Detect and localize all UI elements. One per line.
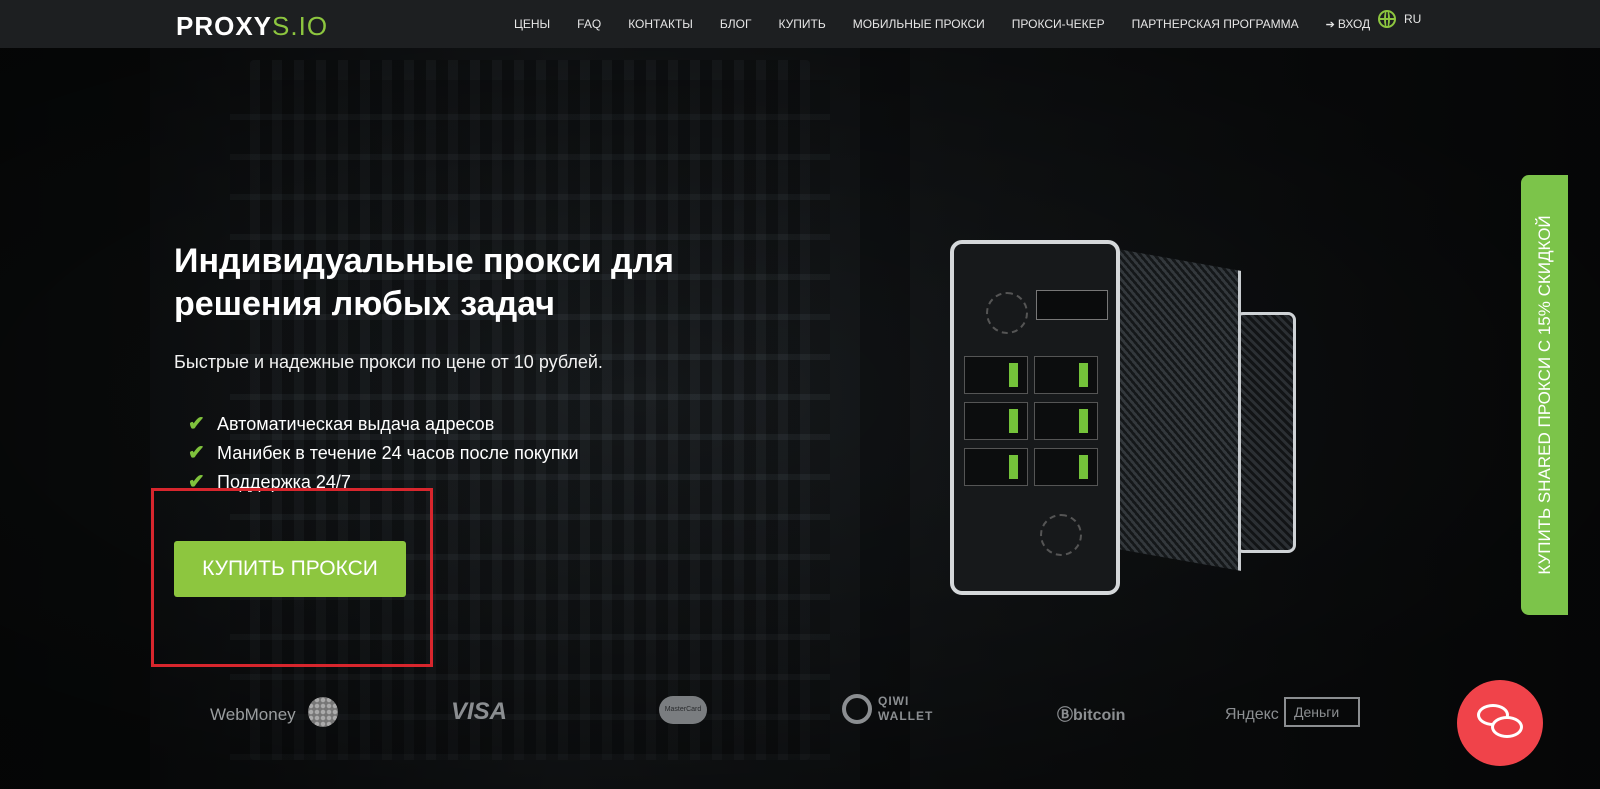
nav-link-faq[interactable]: FAQ	[577, 17, 601, 31]
buy-proxy-button[interactable]: КУПИТЬ ПРОКСИ	[174, 541, 406, 597]
background-vignette	[0, 0, 1600, 789]
language-label: RU	[1404, 12, 1422, 26]
shared-proxy-promo-tab[interactable]: КУПИТЬ SHARED ПРОКСИ С 15% СКИДКОЙ	[1521, 175, 1568, 615]
drive-bay	[964, 402, 1028, 440]
drive-bay	[964, 448, 1028, 486]
login-arrow-icon: ➔	[1325, 18, 1335, 31]
server-front-panel	[950, 240, 1120, 595]
bitcoin-label: bitcoin	[1073, 707, 1126, 724]
qiwi-line-2: WALLET	[878, 709, 934, 723]
language-switcher[interactable]: RU	[1378, 10, 1421, 28]
nav-link-proxy-checker[interactable]: ПРОКСИ-ЧЕКЕР	[1012, 17, 1105, 31]
check-icon: ✔	[188, 413, 205, 435]
nav-link-blog[interactable]: БЛОГ	[720, 17, 752, 31]
nav-link-partner-program[interactable]: ПАРТНЕРСКАЯ ПРОГРАММА	[1132, 17, 1299, 31]
chat-bubble-icon	[1491, 716, 1523, 738]
bitcoin-logo: Ⓑbitcoin	[1057, 707, 1126, 724]
chat-widget-button[interactable]	[1457, 680, 1543, 766]
qiwi-q-icon	[842, 694, 872, 724]
yandex-money-box: Деньги	[1284, 697, 1360, 727]
visa-logo: VISA	[451, 698, 508, 725]
feature-text: Поддержка 24/7	[217, 472, 351, 492]
drive-bay	[1034, 402, 1098, 440]
promo-tab-label: КУПИТЬ SHARED ПРОКСИ С 15% СКИДКОЙ	[1534, 215, 1554, 575]
logo-text: PROXY	[176, 11, 273, 41]
nav-link-contacts[interactable]: КОНТАКТЫ	[628, 17, 693, 31]
check-icon: ✔	[188, 471, 205, 493]
nav-link-login[interactable]: ➔ ВХОД	[1326, 17, 1371, 31]
hero-subtitle: Быстрые и надежные прокси по цене от 10 …	[174, 352, 603, 372]
feature-list: ✔ Автоматическая выдача адресов ✔ Манибек …	[188, 410, 579, 497]
feature-text: Манибек в течение 24 часов после покупки	[217, 443, 579, 463]
server-illustration	[950, 240, 1340, 600]
feature-item: ✔ Автоматическая выдача адресов	[188, 410, 579, 439]
top-navbar: PROXYS.IO ЦЕНЫ FAQ КОНТАКТЫ БЛОГ КУПИТЬ …	[0, 0, 1600, 48]
main-nav: ЦЕНЫ FAQ КОНТАКТЫ БЛОГ КУПИТЬ МОБИЛЬНЫЕ …	[514, 0, 1397, 48]
mastercard-logo: MasterCard	[659, 696, 707, 724]
server-back-unit	[1235, 312, 1296, 553]
qiwi-line-1: QIWI	[878, 694, 910, 708]
nav-link-mobile-proxy[interactable]: МОБИЛЬНЫЕ ПРОКСИ	[853, 17, 985, 31]
check-icon: ✔	[188, 442, 205, 464]
hero-background	[0, 0, 1600, 789]
drive-bay	[1034, 448, 1098, 486]
nav-link-prices[interactable]: ЦЕНЫ	[514, 17, 550, 31]
site-logo[interactable]: PROXYS.IO	[176, 11, 328, 42]
server-side-panel	[1118, 249, 1241, 571]
feature-item: ✔ Манибек в течение 24 часов после покупк…	[188, 439, 579, 468]
webmoney-logo: WebMoney	[210, 705, 296, 724]
drive-bay	[1034, 356, 1098, 394]
hero-title: Индивидуальные прокси для решения любых …	[174, 242, 674, 323]
feature-text: Автоматическая выдача адресов	[217, 414, 495, 434]
drive-bay	[964, 356, 1028, 394]
nav-link-buy[interactable]: КУПИТЬ	[779, 17, 826, 31]
fan-icon	[1040, 514, 1082, 556]
webmoney-globe-icon	[308, 697, 338, 727]
globe-icon	[1378, 10, 1396, 28]
qiwi-logo: QIWI WALLET	[878, 694, 933, 724]
login-label: ВХОД	[1337, 17, 1371, 31]
logo-accent-text: S.IO	[272, 11, 329, 41]
fan-icon	[986, 292, 1028, 334]
feature-item: ✔ Поддержка 24/7	[188, 468, 579, 497]
yandex-money-logo: Яндекс	[1225, 706, 1279, 723]
optical-drive	[1036, 290, 1108, 320]
